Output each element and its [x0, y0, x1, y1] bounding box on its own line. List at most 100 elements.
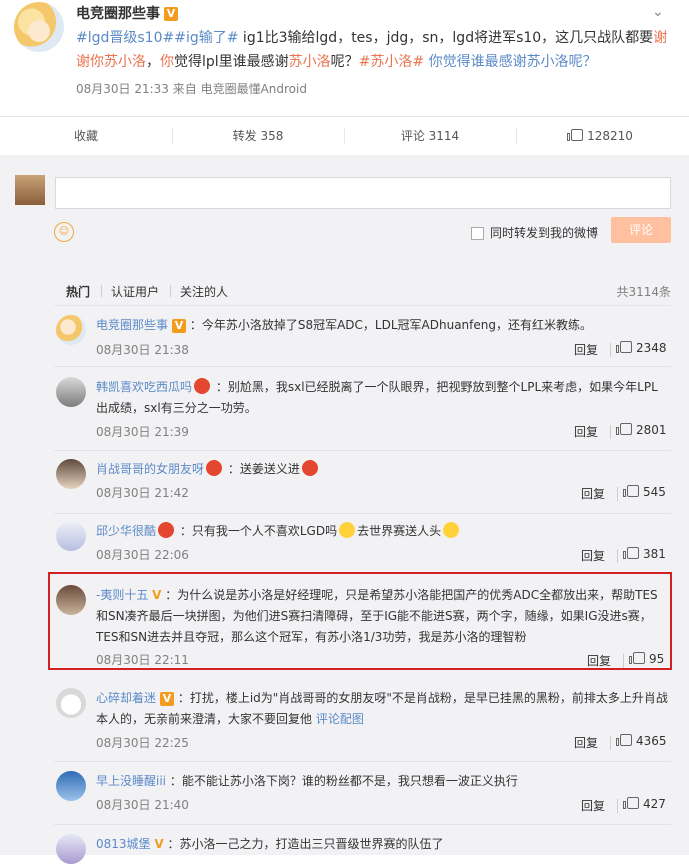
reply-button[interactable]: 回复 [574, 341, 598, 358]
submit-comment-button[interactable]: 评论 [611, 217, 671, 243]
divider [170, 285, 171, 297]
repost-button[interactable]: 转发 358 [172, 117, 344, 155]
mention-link[interactable]: #苏小洛# [359, 54, 424, 70]
forward-checkbox[interactable]: 同时转发到我的微博 [471, 224, 598, 241]
divider [54, 366, 671, 367]
comment-body: ：今年苏小洛放掉了S8冠军ADC，LDL冠军ADhuanfeng，还有红米教练。 [189, 318, 592, 332]
crown-badge-icon [206, 460, 223, 476]
reply-button[interactable]: 回复 [574, 423, 598, 440]
post-text: ， [146, 54, 160, 70]
like-count: 128210 [587, 129, 633, 143]
topic-link[interactable]: #lgd晋级s10##ig输了# [76, 30, 238, 46]
comment-like-button[interactable]: 2348 [616, 341, 667, 355]
author-name[interactable]: 电竞圈那些事 V [76, 3, 178, 23]
comment-text: 早上没睡醒iii ：能不能让苏小洛下岗？谁的粉丝都不是，我只想看一波正义执行 [96, 771, 668, 792]
tab-verified-users[interactable]: 认证用户 [111, 283, 159, 300]
verified-badge-icon: V [172, 318, 187, 333]
commenter-avatar[interactable] [56, 771, 86, 801]
thumbs-up-icon [616, 734, 632, 746]
comment-like-button[interactable]: 4365 [616, 734, 667, 748]
post-content: #lgd晋级s10##ig输了# ig1比3输给lgd，tes，jdg，sn，l… [76, 26, 676, 74]
comment-time: 08月30日 22:25 [96, 736, 189, 750]
reply-button[interactable]: 回复 [581, 797, 605, 814]
mention-link[interactable]: 苏小洛 [289, 54, 331, 70]
commenter-name[interactable]: 韩凯喜欢吃西瓜吗 [96, 380, 192, 394]
author-avatar[interactable] [14, 2, 64, 52]
commenter-name[interactable]: 电竞圈那些事 [96, 318, 168, 332]
divider [610, 343, 611, 357]
commenter-name[interactable]: 0813城堡 [96, 837, 151, 851]
commenter-avatar[interactable] [56, 521, 86, 551]
commenter-avatar[interactable] [56, 315, 86, 345]
like-count: 2801 [636, 423, 667, 437]
like-button[interactable]: 128210 [516, 117, 688, 155]
thumbs-up-icon [623, 485, 639, 497]
comment-item: 早上没睡醒iii ：能不能让苏小洛下岗？谁的粉丝都不是，我只想看一波正义执行 0… [54, 771, 671, 825]
crown-badge-icon [194, 378, 211, 394]
comment-like-button[interactable]: 2801 [616, 423, 667, 437]
comment-time: 08月30日 22:06 [96, 548, 189, 562]
commenter-name[interactable]: 心碎却着迷 [96, 691, 156, 705]
mention-link[interactable]: 你 [160, 54, 174, 70]
thumbs-up-icon [623, 547, 639, 559]
comment-time: 08月30日 21:42 [96, 486, 189, 500]
comment-like-button[interactable]: 427 [623, 797, 666, 811]
commenter-name[interactable]: 肖战哥哥的女朋友呀 [96, 462, 204, 476]
thumbs-up-icon [616, 423, 632, 435]
like-count: 427 [643, 797, 666, 811]
checkbox-icon[interactable] [471, 227, 484, 240]
commenter-name[interactable]: 早上没睡醒iii [96, 774, 166, 788]
forward-label: 同时转发到我的微博 [490, 226, 599, 240]
divider [617, 799, 618, 813]
divider [101, 285, 102, 297]
thumbs-up-icon [623, 797, 639, 809]
comment-like-button[interactable]: 381 [623, 547, 666, 561]
thumbs-up-icon [616, 341, 632, 353]
commenter-name[interactable]: 邱少华很酷 [96, 524, 156, 538]
verified-badge-icon: V [160, 691, 175, 706]
comment-text: 心碎却着迷 V ：打扰，楼上id为"肖战哥哥的女朋友呀"不是肖战粉，是早已挂黑的黑… [96, 688, 668, 730]
chevron-down-icon[interactable]: ⌄ [652, 4, 664, 20]
comment-text: 邱少华很酷 ：只有我一个人不喜欢LGD吗 去世界赛送人头 [96, 521, 668, 542]
topic-link[interactable]: 你觉得谁最感谢苏小洛呢？ [429, 54, 597, 70]
commenter-avatar[interactable] [56, 377, 86, 407]
comment-time: 08月30日 21:39 [96, 425, 189, 439]
reply-button[interactable]: 回复 [581, 547, 605, 564]
like-count: 2348 [636, 341, 667, 355]
divider [617, 487, 618, 501]
divider [54, 824, 671, 825]
commenter-avatar[interactable] [56, 834, 86, 864]
emoji-icon [339, 522, 356, 538]
verified-badge-icon: V [164, 7, 178, 21]
commenter-avatar[interactable] [56, 688, 86, 718]
highlight-annotation [48, 572, 672, 670]
comment-item: 邱少华很酷 ：只有我一个人不喜欢LGD吗 去世界赛送人头 08月30日 22:06… [54, 521, 671, 567]
reply-button[interactable]: 回复 [581, 485, 605, 502]
divider [54, 513, 671, 514]
weibo-post: 电竞圈那些事 V ⌄ #lgd晋级s10##ig输了# ig1比3输给lgd，te… [0, 0, 689, 115]
comment-image-link[interactable]: 评论配图 [312, 712, 364, 726]
my-avatar[interactable] [15, 175, 45, 205]
divider [617, 549, 618, 563]
divider [54, 761, 671, 762]
comment-item: 韩凯喜欢吃西瓜吗 ：别尬黑，我sxl已经脱离了一个队眼界，把视野放到整个LPL来… [54, 377, 671, 451]
comment-button[interactable]: 评论 3114 [344, 117, 516, 155]
comment-body: 去世界赛送人头 [357, 524, 442, 538]
commenter-avatar[interactable] [56, 459, 86, 489]
comment-body: ：苏小洛一己之力，打造出三只晋级世界赛的队伍了 [167, 837, 444, 851]
comment-like-button[interactable]: 545 [623, 485, 666, 499]
tab-hot[interactable]: 热门 [66, 283, 90, 300]
reply-button[interactable]: 回复 [574, 734, 598, 751]
comment-body: ：只有我一个人不喜欢LGD吗 [179, 524, 338, 538]
comment-body: ：打扰，楼上id为"肖战哥哥的女朋友呀"不是肖战粉，是早已挂黑的黑粉，前排太多上… [96, 691, 668, 726]
favorite-button[interactable]: 收藏 [0, 117, 172, 155]
comment-total: 共3114条 [616, 285, 671, 299]
post-text: 觉得lpl里谁最感谢 [174, 54, 289, 70]
tab-following[interactable]: 关注的人 [180, 283, 228, 300]
like-count: 545 [643, 485, 666, 499]
verified-badge-icon: V [154, 837, 164, 851]
comment-input[interactable] [55, 177, 671, 209]
emoji-icon[interactable]: ☺ [54, 222, 74, 242]
comment-time: 08月30日 21:40 [96, 798, 189, 812]
comment-item: 电竞圈那些事 V ：今年苏小洛放掉了S8冠军ADC，LDL冠军ADhuanfeng… [54, 315, 671, 372]
